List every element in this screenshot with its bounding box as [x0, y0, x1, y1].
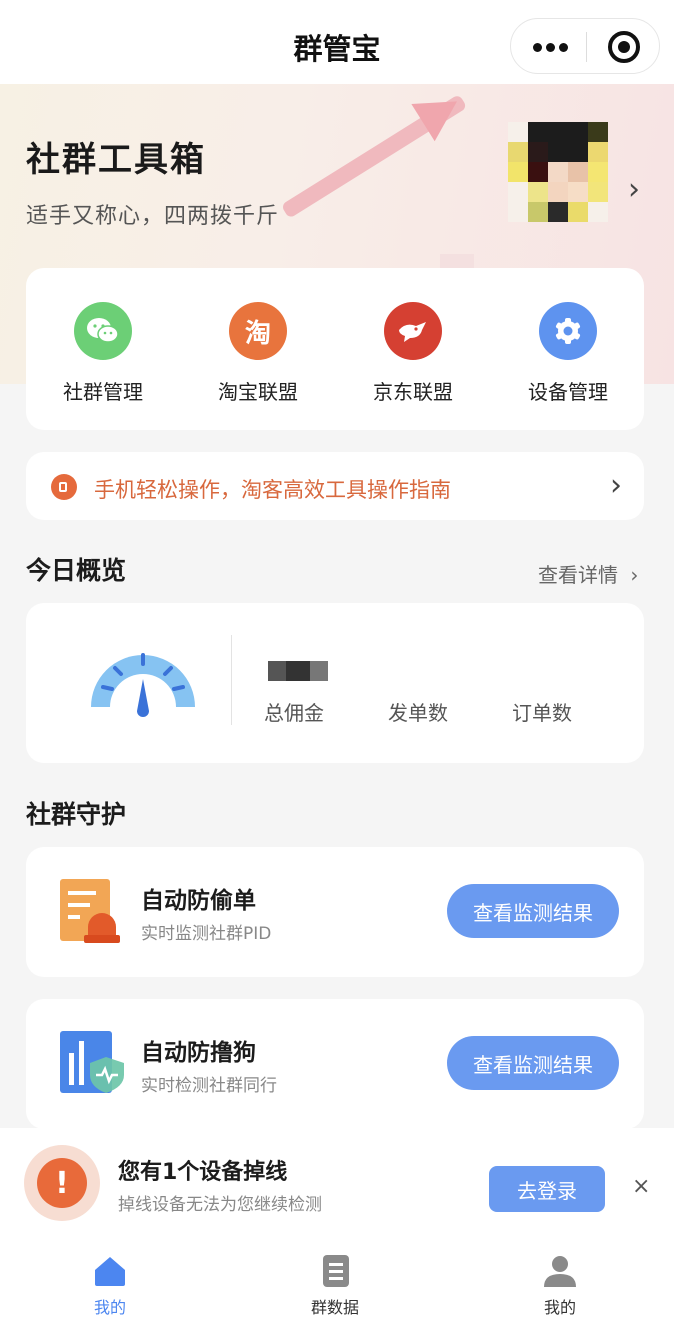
- commission-value-redacted: [268, 661, 328, 681]
- tab-label: 我的: [93, 1298, 126, 1317]
- anti-scraper-card: 自动防撸狗 实时检测社群同行 查看监测结果: [26, 999, 644, 1129]
- guide-text: 手机轻松操作，淘客高效工具操作指南: [94, 478, 451, 502]
- go-login-button[interactable]: 去登录: [489, 1166, 605, 1212]
- shield-monitor-icon: [60, 1031, 124, 1095]
- details-link-label: 查看详情: [538, 563, 618, 587]
- view-anti-scraper-results-button[interactable]: 查看监测结果: [447, 1036, 619, 1090]
- avatar[interactable]: [508, 122, 608, 222]
- device-offline-alert: ! 您有1个设备掉线 掉线设备无法为您继续检测 去登录 ×: [0, 1128, 674, 1240]
- tool-label: 京东联盟: [373, 380, 453, 404]
- order-alert-icon: [60, 879, 120, 943]
- tool-taobao-alliance[interactable]: 淘 淘宝联盟: [188, 302, 328, 405]
- taobao-icon: 淘: [229, 302, 287, 360]
- speaker-icon: [51, 474, 77, 500]
- profile-chevron-icon[interactable]: ›: [628, 172, 640, 207]
- tab-group-data[interactable]: 群数据: [275, 1254, 395, 1318]
- orders-label: 订单数: [512, 701, 572, 725]
- more-icon[interactable]: [533, 43, 569, 53]
- tab-profile[interactable]: 我的: [500, 1254, 620, 1318]
- offline-alert-title: 您有1个设备掉线: [118, 1160, 288, 1185]
- overview-card: 总佣金 发单数 订单数: [26, 603, 644, 763]
- home-icon: [93, 1254, 127, 1288]
- anti-scraper-title: 自动防撸狗: [141, 1040, 256, 1066]
- hero-title: 社群工具箱: [26, 140, 206, 180]
- document-icon: [318, 1254, 352, 1288]
- tool-label: 设备管理: [528, 380, 608, 404]
- anti-theft-title: 自动防偷单: [141, 888, 256, 914]
- overview-divider: [231, 635, 232, 725]
- top-bar: 群管宝: [0, 0, 674, 84]
- protection-title: 社群守护: [26, 800, 127, 829]
- gear-icon: [539, 302, 597, 360]
- view-anti-theft-results-button[interactable]: 查看监测结果: [447, 884, 619, 938]
- tool-community-management[interactable]: 社群管理: [33, 302, 173, 405]
- close-miniprogram-icon[interactable]: [608, 31, 640, 63]
- user-icon: [543, 1254, 577, 1288]
- chevron-right-icon: ›: [630, 563, 639, 587]
- anti-theft-subtitle: 实时监测社群PID: [141, 924, 272, 944]
- hero-subtitle: 适手又称心，四两拨千斤: [26, 204, 280, 229]
- tool-label: 社群管理: [63, 380, 143, 404]
- jd-dog-icon: [384, 302, 442, 360]
- tab-home[interactable]: 我的: [50, 1254, 170, 1318]
- tab-label: 群数据: [310, 1298, 359, 1317]
- capsule-divider: [586, 32, 587, 62]
- commission-label: 总佣金: [264, 701, 324, 725]
- tool-label: 淘宝联盟: [218, 380, 298, 404]
- overview-details-link[interactable]: 查看详情 ›: [538, 559, 638, 588]
- tab-label: 我的: [543, 1298, 576, 1317]
- tool-device-management[interactable]: 设备管理: [498, 302, 638, 405]
- wechat-icon: [74, 302, 132, 360]
- sends-label: 发单数: [388, 701, 448, 725]
- anti-theft-card: 自动防偷单 实时监测社群PID 查看监测结果: [26, 847, 644, 977]
- guide-banner[interactable]: 手机轻松操作，淘客高效工具操作指南 ›: [26, 452, 644, 520]
- chevron-right-icon: ›: [610, 468, 622, 503]
- miniprogram-capsule: [510, 18, 660, 74]
- warning-icon: !: [24, 1145, 100, 1221]
- anti-scraper-subtitle: 实时检测社群同行: [141, 1076, 277, 1096]
- gauge-icon: [88, 635, 198, 725]
- tools-card: 社群管理 淘 淘宝联盟 京东联盟 设备管理: [26, 268, 644, 430]
- overview-title: 今日概览: [26, 556, 127, 585]
- close-icon[interactable]: ×: [632, 1174, 650, 1199]
- bottom-tab-bar: 我的 群数据 我的: [0, 1240, 674, 1336]
- offline-alert-subtitle: 掉线设备无法为您继续检测: [118, 1195, 322, 1215]
- tool-jd-alliance[interactable]: 京东联盟: [343, 302, 483, 405]
